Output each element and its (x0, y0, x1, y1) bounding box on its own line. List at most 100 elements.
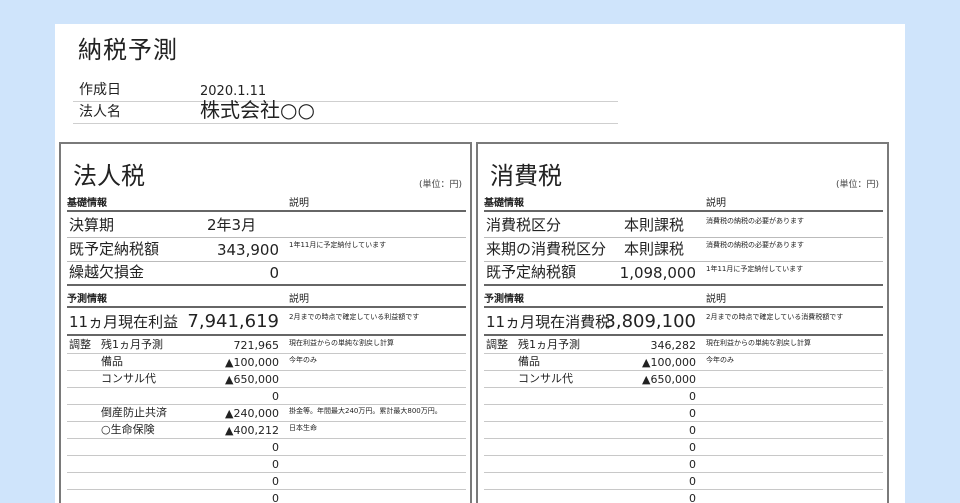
adjust-row: 調整 残1ヵ月予測 346,282 現在利益からの単純な割戻し計算 (484, 337, 883, 354)
adjust-item-value: 0 (272, 475, 279, 488)
adjust-item-value: ▲240,000 (225, 407, 279, 420)
row-note: 1年11月に予定納付しています (706, 265, 804, 273)
row-value: 2年3月 (207, 216, 257, 234)
created-date-row: 作成日 2020.1.11 (73, 80, 618, 102)
current-tax-label: 11ヵ月現在消費税 (486, 313, 611, 331)
current-profit-value: 7,941,619 (187, 311, 279, 332)
current-tax-note: 2月までの時点で確定している消費税額です (706, 313, 844, 321)
company-name-label: 法人名 (79, 104, 121, 120)
current-profit-note: 2月までの時点で確定している利益額です (289, 313, 420, 321)
company-name-value: 株式会社○○ (200, 98, 315, 122)
adjust-item-value: ▲100,000 (642, 356, 696, 369)
adjust-row: 0 (484, 388, 883, 405)
adjust-item-note: 現在利益からの単純な割戻し計算 (706, 339, 811, 347)
adjust-item-label: コンサル代 (518, 372, 573, 385)
adjust-row: コンサル代 ▲650,000 (67, 371, 466, 388)
adjust-row: コンサル代 ▲650,000 (484, 371, 883, 388)
adjust-item-value: ▲650,000 (642, 373, 696, 386)
tax-forecast-sheet: 納税予測 作成日 2020.1.11 法人名 株式会社○○ 法人税 (単位：円)… (55, 24, 905, 503)
forecast-info-header: 予測情報 説明 (67, 294, 466, 308)
adjust-item-value: 0 (689, 441, 696, 454)
basic-info-label: 基礎情報 (484, 198, 524, 209)
adjust-item-value: ▲650,000 (225, 373, 279, 386)
adjust-row: 調整 残1ヵ月予測 721,965 現在利益からの単純な割戻し計算 (67, 337, 466, 354)
current-profit-label: 11ヵ月現在利益 (69, 313, 179, 331)
adjust-item-value: 0 (272, 458, 279, 471)
basic-info-header: 基礎情報 説明 (67, 198, 466, 212)
adjust-item-note: 現在利益からの単純な割戻し計算 (289, 339, 394, 347)
adjust-row: 0 (484, 439, 883, 456)
adjust-row: 0 (67, 473, 466, 490)
forecast-info-label: 予測情報 (484, 294, 524, 305)
row-label: 既予定納税額 (486, 263, 577, 281)
adjust-item-label: 倒産防止共済 (101, 406, 167, 419)
basic-row: 来期の消費税区分 本則課税 消費税の納税の必要があります (484, 238, 883, 262)
row-note: 消費税の納税の必要があります (706, 217, 804, 225)
adjust-item-label: 残1ヵ月予測 (101, 338, 163, 351)
corporate-tax-title: 法人税 (73, 162, 145, 190)
adjust-row: 倒産防止共済 ▲240,000 掛金等。年間最大240万円。累計最大800万円。 (67, 405, 466, 422)
adjust-row: 0 (484, 490, 883, 503)
adjust-item-value: 0 (689, 424, 696, 437)
adjust-row: 0 (67, 388, 466, 405)
description-header: 説明 (289, 198, 309, 209)
row-value: 1,098,000 (619, 264, 696, 282)
basic-row: 決算期 2年3月 (67, 214, 466, 238)
current-tax-row: 11ヵ月現在消費税 3,809,100 2月までの時点で確定している消費税額です (484, 310, 883, 336)
description-header: 説明 (706, 198, 726, 209)
adjust-item-value: 0 (689, 475, 696, 488)
basic-row: 既予定納税額 343,900 1年11月に予定納付しています (67, 238, 466, 262)
adjust-label: 調整 (69, 338, 91, 351)
adjust-item-note: 今年のみ (289, 356, 317, 364)
adjust-item-label: 備品 (101, 355, 123, 368)
adjust-item-label: 備品 (518, 355, 540, 368)
adjust-row: 備品 ▲100,000 今年のみ (67, 354, 466, 371)
adjust-row: 0 (67, 439, 466, 456)
adjust-item-note: 掛金等。年間最大240万円。累計最大800万円。 (289, 407, 442, 415)
adjust-row: 0 (484, 422, 883, 439)
current-tax-value: 3,809,100 (604, 311, 696, 332)
company-name-row: 法人名 株式会社○○ (73, 98, 618, 124)
adjust-item-value: 0 (272, 390, 279, 403)
adjust-item-value: 0 (689, 492, 696, 503)
row-value: 本則課税 (624, 216, 685, 234)
basic-row: 既予定納税額 1,098,000 1年11月に予定納付しています (484, 262, 883, 286)
adjust-item-note: 今年のみ (706, 356, 734, 364)
description-header: 説明 (706, 294, 726, 305)
row-value: 0 (269, 264, 279, 282)
row-label: 来期の消費税区分 (486, 240, 607, 258)
adjust-item-value: 721,965 (233, 339, 280, 352)
adjust-item-value: 0 (272, 492, 279, 503)
basic-row: 消費税区分 本則課税 消費税の納税の必要があります (484, 214, 883, 238)
basic-info-header: 基礎情報 説明 (484, 198, 883, 212)
basic-info-label: 基礎情報 (67, 198, 107, 209)
forecast-info-label: 予測情報 (67, 294, 107, 305)
created-date-label: 作成日 (79, 82, 121, 98)
adjust-row: 0 (484, 456, 883, 473)
adjust-item-label: ○生命保険 (101, 423, 155, 436)
row-label: 繰越欠損金 (69, 263, 145, 281)
adjust-row: ○生命保険 ▲400,212 日本生命 (67, 422, 466, 439)
row-note: 1年11月に予定納付しています (289, 241, 387, 249)
adjust-item-label: コンサル代 (101, 372, 156, 385)
adjust-item-value: ▲400,212 (225, 424, 279, 437)
row-label: 既予定納税額 (69, 240, 160, 258)
forecast-info-header: 予測情報 説明 (484, 294, 883, 308)
current-profit-row: 11ヵ月現在利益 7,941,619 2月までの時点で確定している利益額です (67, 310, 466, 336)
row-value: 343,900 (216, 241, 279, 259)
adjust-item-value: ▲100,000 (225, 356, 279, 369)
description-header: 説明 (289, 294, 309, 305)
adjust-row: 0 (484, 473, 883, 490)
adjust-item-value: 0 (689, 458, 696, 471)
page-title: 納税予測 (78, 36, 178, 64)
row-value: 本則課税 (624, 240, 685, 258)
adjust-item-value: 0 (272, 441, 279, 454)
row-note: 消費税の納税の必要があります (706, 241, 804, 249)
adjust-item-value: 0 (689, 390, 696, 403)
adjust-row: 備品 ▲100,000 今年のみ (484, 354, 883, 371)
adjust-row: 0 (67, 490, 466, 503)
consumption-tax-panel: 消費税 (単位：円) 基礎情報 説明 消費税区分 本則課税 消費税の納税の必要が… (476, 142, 889, 503)
unit-label: (単位：円) (835, 180, 879, 190)
adjust-item-value: 0 (689, 407, 696, 420)
row-label: 決算期 (69, 216, 115, 234)
